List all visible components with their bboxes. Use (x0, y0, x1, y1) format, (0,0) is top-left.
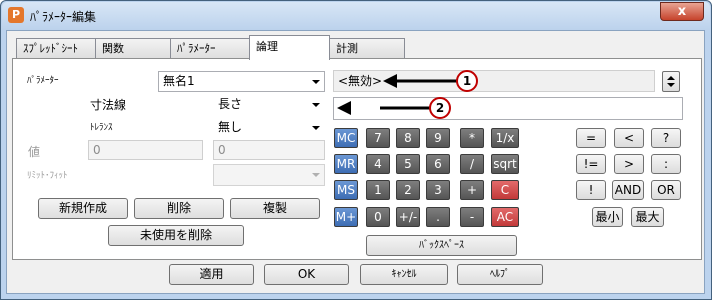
op-equals[interactable]: = (576, 128, 606, 148)
limit-fit-label: ﾘﾐｯﾄ･ﾌｨｯﾄ (27, 171, 68, 181)
calc-key-4[interactable]: 4 (366, 154, 390, 174)
op-or[interactable]: OR (651, 180, 681, 200)
tab-measure[interactable]: 計測 (329, 38, 405, 60)
cancel-button[interactable]: ｷｬﾝｾﾙ (360, 264, 448, 285)
op-colon[interactable]: : (651, 154, 681, 174)
op-max[interactable]: 最大 (631, 207, 664, 227)
calc-key-3[interactable]: 3 (426, 180, 450, 200)
tolerance-combo[interactable]: 無し (213, 117, 325, 138)
backspace-button[interactable]: ﾊﾞｯｸｽﾍﾟｰｽ (366, 235, 517, 256)
title-bar[interactable]: P ﾊﾟﾗﾒｰﾀｰ編集 (2, 2, 710, 30)
arrowhead-2-icon (337, 101, 351, 115)
calc-key-0[interactable]: 0 (366, 207, 390, 227)
calc-key-2[interactable]: 2 (396, 180, 420, 200)
delete-button[interactable]: 削除 (134, 198, 224, 219)
calc-key-sqrt[interactable]: sqrt (491, 154, 519, 174)
ok-button[interactable]: OK (264, 264, 349, 285)
calc-key-clear[interactable]: C (491, 180, 519, 200)
dimension-combo-value: 長さ (218, 97, 243, 111)
calc-key-9[interactable]: 9 (426, 128, 450, 148)
calc-key-5[interactable]: 5 (396, 154, 420, 174)
op-not[interactable]: ! (576, 180, 606, 200)
value-field-right[interactable]: 0 (213, 140, 325, 160)
op-greater-than[interactable]: > (614, 154, 644, 174)
calc-key-6[interactable]: 6 (426, 154, 450, 174)
calc-key-8[interactable]: 8 (396, 128, 420, 148)
chevron-down-icon (312, 103, 320, 107)
calc-key-ms[interactable]: MS (334, 180, 358, 200)
dimension-label: 寸法線 (90, 98, 127, 112)
apply-button[interactable]: 適用 (169, 264, 254, 285)
chevron-down-icon (312, 80, 320, 84)
calc-key-decimal[interactable]: . (426, 207, 450, 227)
op-not-equal[interactable]: != (576, 154, 606, 174)
calc-key-mr[interactable]: MR (334, 154, 358, 174)
app-icon: P (8, 7, 24, 23)
parameter-combo[interactable]: 無名1 (158, 71, 325, 92)
annotation-badge-2: 2 (429, 97, 451, 119)
parameter-combo-value: 無名1 (163, 74, 195, 88)
calc-key-negate[interactable]: +/- (396, 207, 420, 227)
chevron-down-icon (312, 126, 320, 130)
op-min[interactable]: 最小 (592, 207, 623, 227)
calc-key-1[interactable]: 1 (366, 180, 390, 200)
tab-logic[interactable]: 論理 (249, 35, 330, 60)
tab-functions[interactable]: 関数 (95, 38, 171, 60)
expression-spinner[interactable] (662, 71, 680, 92)
parameter-label: ﾊﾟﾗﾒｰﾀｰ (27, 76, 59, 86)
tolerance-combo-value: 無し (218, 120, 243, 134)
dimension-combo[interactable]: 長さ (213, 94, 325, 115)
tab-spreadsheet[interactable]: ｽﾌﾟﾚｯﾄﾞｼｰﾄ (16, 38, 96, 60)
duplicate-button[interactable]: 複製 (230, 198, 320, 219)
calc-key-mplus[interactable]: M+ (334, 207, 358, 227)
op-less-than[interactable]: < (614, 128, 644, 148)
op-question[interactable]: ? (651, 128, 681, 148)
calc-key-all-clear[interactable]: AC (491, 207, 519, 227)
window-title: ﾊﾟﾗﾒｰﾀｰ編集 (30, 10, 97, 24)
op-and[interactable]: AND (612, 180, 644, 200)
annotation-badge-1: 1 (456, 70, 478, 92)
arrowhead-1 (383, 74, 397, 88)
calc-key-plus[interactable]: + (460, 180, 484, 200)
help-button[interactable]: ﾍﾙﾌﾟ (457, 264, 543, 285)
tab-parameters[interactable]: ﾊﾟﾗﾒｰﾀｰ (170, 38, 250, 60)
calc-key-reciprocal[interactable]: 1/x (491, 128, 519, 148)
calc-key-minus[interactable]: - (460, 207, 484, 227)
calc-key-divide[interactable]: / (460, 154, 484, 174)
delete-unused-button[interactable]: 未使用を削除 (108, 225, 244, 246)
new-button[interactable]: 新規作成 (38, 198, 128, 219)
calc-key-multiply[interactable]: * (460, 128, 484, 148)
close-button[interactable]: x (660, 2, 704, 21)
calc-key-7[interactable]: 7 (366, 128, 390, 148)
limit-fit-combo[interactable] (213, 164, 325, 186)
value-label: 値 (28, 145, 41, 159)
up-down-arrows-icon (667, 76, 675, 87)
tolerance-label: ﾄﾚﾗﾝｽ (90, 123, 113, 133)
chevron-down-icon (312, 173, 320, 177)
value-field-left[interactable]: 0 (88, 140, 203, 160)
calc-key-mc[interactable]: MC (334, 128, 358, 148)
